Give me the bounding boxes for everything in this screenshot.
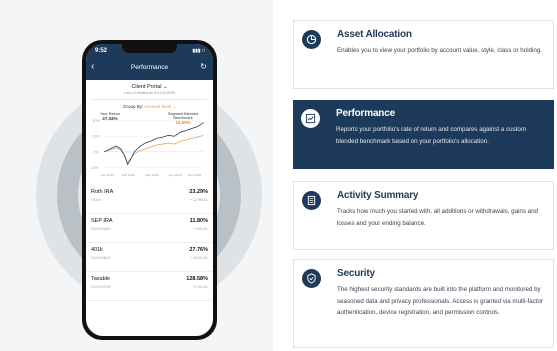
portfolio-series-line [104, 122, 204, 166]
feature-title: Security [337, 268, 375, 279]
account-return: 11.80% [189, 218, 208, 224]
refresh-icon[interactable]: ↻ [200, 62, 207, 71]
x-tick-label: Aug 2020 [168, 173, 182, 177]
y-tick-label: 0% [94, 150, 99, 154]
feature-card-activity-summary: Activity Summary Tracks how much you sta… [293, 181, 554, 250]
account-amount: + 12,996.DL [190, 198, 208, 202]
x-tick-label: Feb 2020 [122, 173, 135, 177]
group-by-value[interactable]: Account level ⌄ [144, 104, 176, 109]
feature-description: Enables you to view your portfolio by ac… [337, 47, 542, 54]
account-number: XXXXXX2602 [91, 227, 111, 231]
account-return: 23.29% [189, 189, 208, 195]
account-amount: + 30,812.DL [190, 256, 208, 260]
phone-notch [122, 44, 177, 53]
x-tick-label: Nov 2019 [100, 173, 114, 177]
account-amount: + 5,813.DL [192, 227, 208, 231]
account-row-roth-ira[interactable]: Roth IRA XXXXX 23.29% + 12,996.DL [86, 185, 213, 214]
status-time: 9:52 [95, 48, 108, 54]
performance-chart-svg: 40% 20% 0% -20% Nov 2019 Feb 2020 May 20… [91, 119, 204, 177]
account-row-taxable[interactable]: Taxable XXXXXX7230 128.58% + 6,331.DL [86, 272, 213, 301]
hero-illustration: 9:52 ▮▮▮ □ ‹ Performance ↻ Client Portal… [0, 0, 273, 351]
account-return: 128.58% [186, 276, 208, 282]
y-tick-label: 40% [93, 119, 100, 123]
x-tick-label: May 2020 [145, 173, 159, 177]
shield-check-icon [302, 269, 321, 288]
x-tick-label: Nov 2020 [188, 173, 202, 177]
phone-mockup: 9:52 ▮▮▮ □ ‹ Performance ↻ Client Portal… [82, 40, 217, 340]
feature-card-security: Security The highest security standards … [293, 259, 554, 348]
signal-battery-icon: ▮▮▮ □ [192, 48, 205, 54]
feature-card-performance: Performance Reports your portfolio's rat… [293, 100, 554, 169]
feature-title: Activity Summary [337, 190, 419, 201]
trend-chart-icon [301, 109, 320, 128]
divider [92, 99, 207, 100]
feature-card-asset-allocation: Asset Allocation Enables you to view you… [293, 20, 554, 89]
feature-title: Asset Allocation [337, 29, 412, 40]
feature-title: Performance [336, 108, 395, 119]
portal-selector[interactable]: Client Portal ⌄ [86, 84, 213, 90]
pie-chart-icon [302, 30, 321, 49]
group-by-label: Group By: [122, 104, 144, 109]
account-amount: + 6,331.DL [192, 285, 208, 289]
y-tick-label: 20% [93, 135, 100, 139]
accounts-list: Roth IRA XXXXX 23.29% + 12,996.DL SEP IR… [86, 185, 213, 301]
account-number: XXXXXX7230 [91, 285, 111, 289]
document-list-icon [302, 191, 321, 210]
app-title: Performance [130, 64, 169, 71]
portal-date-range: Last 12 Months as of 11/11/2020 [124, 91, 175, 95]
account-return: 27.76% [189, 247, 208, 253]
feature-description: Reports your portfolio's rate of return … [336, 126, 526, 145]
feature-description: Tracks how much you started with, all ad… [337, 208, 538, 227]
y-tick-label: -20% [91, 166, 99, 170]
phone-screen: 9:52 ▮▮▮ □ ‹ Performance ↻ Client Portal… [86, 44, 213, 336]
feature-description: The highest security standards are built… [337, 286, 544, 316]
performance-chart: 40% 20% 0% -20% Nov 2019 Feb 2020 May 20… [89, 111, 208, 183]
account-row-401k[interactable]: 401k XXXXXX5612 27.76% + 30,812.DL [86, 243, 213, 272]
account-row-sep-ira[interactable]: SEP IRA XXXXXX2602 11.80% + 5,813.DL [86, 214, 213, 243]
